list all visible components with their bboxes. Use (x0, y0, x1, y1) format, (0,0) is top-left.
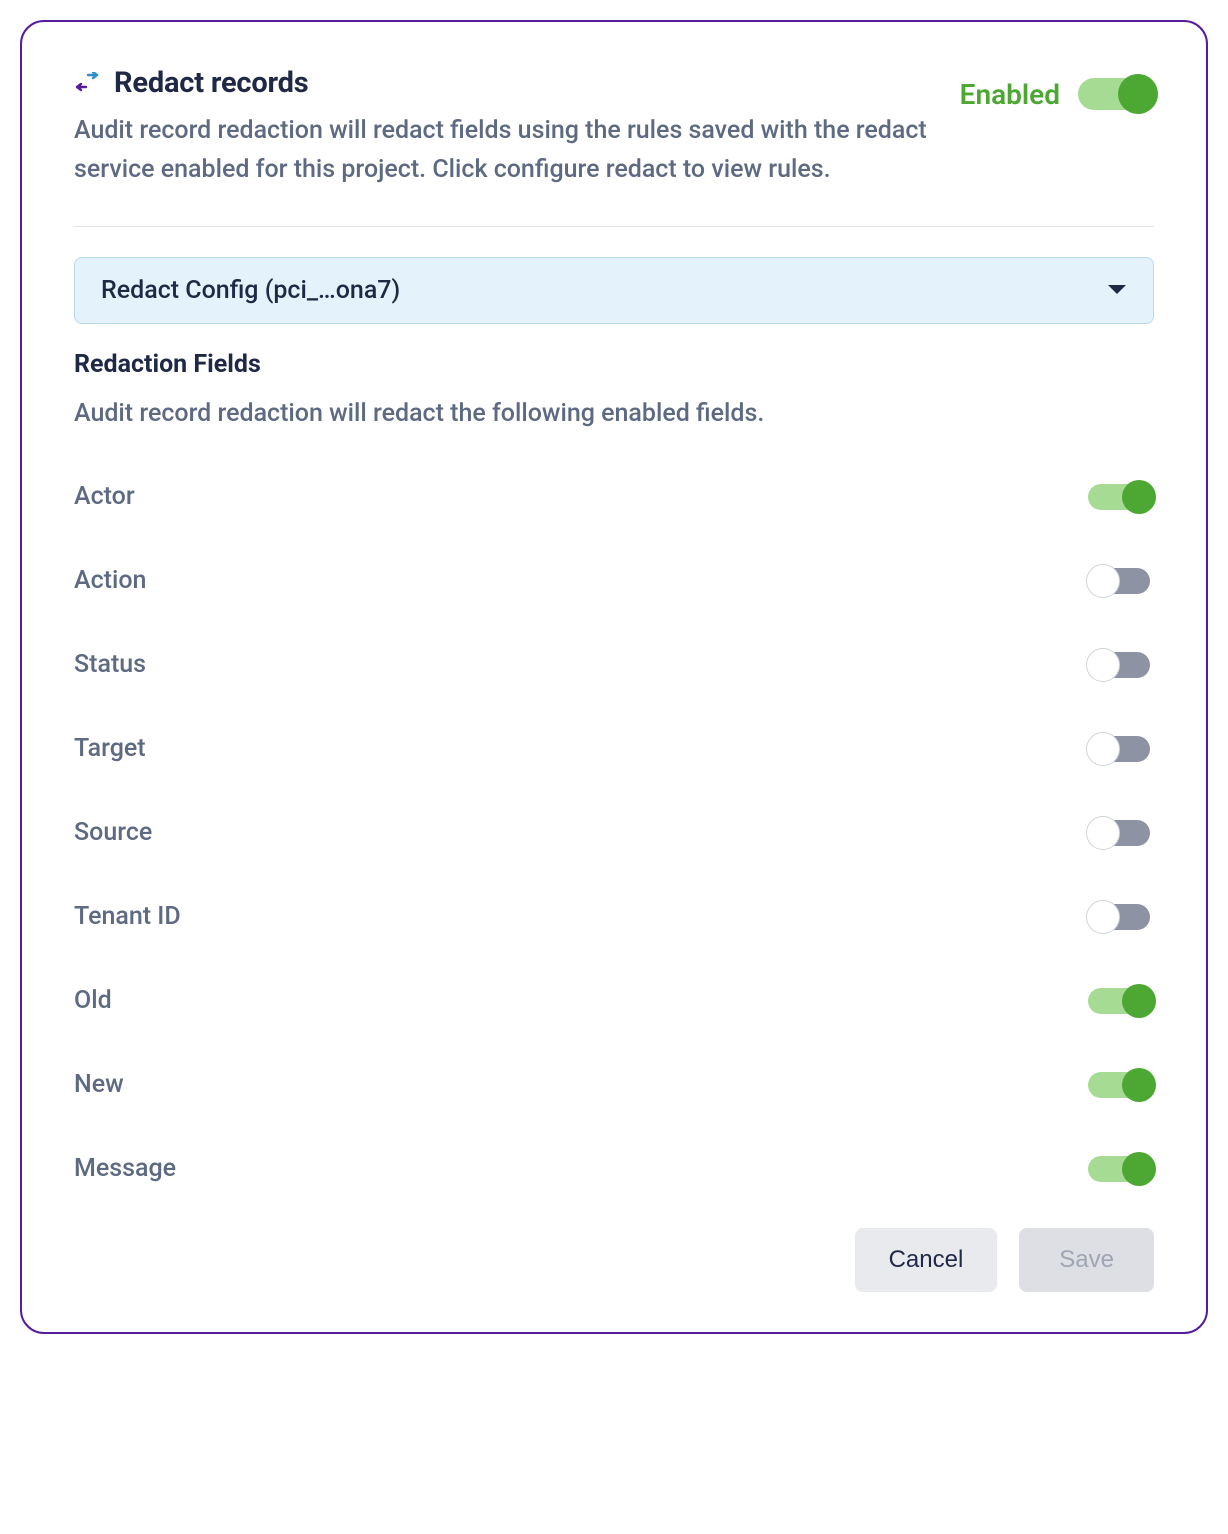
enabled-label: Enabled (960, 78, 1060, 111)
field-label: New (74, 1070, 124, 1099)
field-label: Tenant ID (74, 902, 181, 931)
card-description: Audit record redaction will redact field… (74, 112, 954, 190)
field-label: Old (74, 986, 112, 1015)
fields-list: Actor Action Status Target Source Tenant ID Ol… (74, 482, 1154, 1184)
redact-config-label: Redact Config (pci_…ona7) (101, 276, 400, 305)
field-toggle[interactable] (1088, 902, 1154, 932)
save-button[interactable]: Save (1019, 1228, 1154, 1292)
card-title: Redact records (114, 66, 308, 100)
header-left: Redact records Audit record redaction wi… (74, 66, 954, 190)
field-row: Status (74, 650, 1154, 680)
enable-toggle[interactable] (1078, 76, 1154, 112)
field-toggle[interactable] (1088, 566, 1154, 596)
field-label: Status (74, 650, 146, 679)
field-row: Source (74, 818, 1154, 848)
redact-records-card: Redact records Audit record redaction wi… (20, 20, 1208, 1334)
divider (74, 226, 1154, 227)
field-row: Tenant ID (74, 902, 1154, 932)
field-row: Message (74, 1154, 1154, 1184)
field-toggle[interactable] (1088, 734, 1154, 764)
card-header: Redact records Audit record redaction wi… (74, 66, 1154, 190)
field-toggle[interactable] (1088, 482, 1154, 512)
cancel-button[interactable]: Cancel (855, 1228, 998, 1292)
field-label: Actor (74, 482, 135, 511)
field-label: Target (74, 734, 146, 763)
field-toggle[interactable] (1088, 818, 1154, 848)
field-row: Target (74, 734, 1154, 764)
field-toggle[interactable] (1088, 650, 1154, 680)
field-toggle[interactable] (1088, 1070, 1154, 1100)
enable-block: Enabled (960, 76, 1154, 112)
chevron-down-icon (1107, 281, 1127, 300)
field-row: Action (74, 566, 1154, 596)
title-row: Redact records (74, 66, 954, 100)
field-label: Message (74, 1154, 176, 1183)
field-toggle[interactable] (1088, 1154, 1154, 1184)
field-toggle[interactable] (1088, 986, 1154, 1016)
field-label: Action (74, 566, 146, 595)
swap-arrows-icon (74, 72, 100, 94)
field-row: New (74, 1070, 1154, 1100)
field-label: Source (74, 818, 152, 847)
redaction-fields-title: Redaction Fields (74, 350, 1154, 379)
field-row: Old (74, 986, 1154, 1016)
button-row: Cancel Save (74, 1228, 1154, 1292)
redact-config-select[interactable]: Redact Config (pci_…ona7) (74, 257, 1154, 324)
field-row: Actor (74, 482, 1154, 512)
redaction-fields-description: Audit record redaction will redact the f… (74, 399, 1154, 428)
